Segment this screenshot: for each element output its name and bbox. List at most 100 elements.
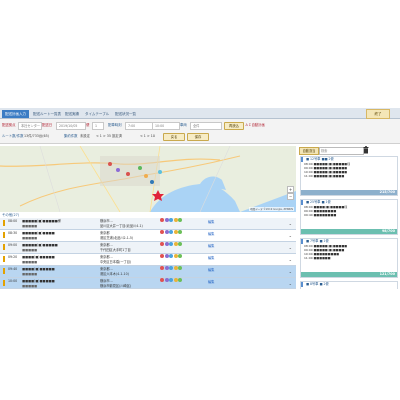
row-time: 09:20 xyxy=(8,255,18,259)
route-count-label: ルート数/件数 xyxy=(2,134,24,138)
row-sub: ■■■■■ xyxy=(22,272,38,276)
auto-assign-button[interactable]: 自動割当 xyxy=(299,147,319,155)
vehicle-panel-header: 自動割当 検索 xyxy=(299,146,398,155)
row-address-detail: 港区芝浦(北品川2-1-5) xyxy=(100,236,134,240)
pin-icon xyxy=(3,220,5,226)
table-row[interactable]: 09:00 ■■■■■(■)■■■■■ ■■■■■ 東京都... 千代田区大手町… xyxy=(0,242,296,254)
row-time: 09:00 xyxy=(8,243,18,247)
vehicle-label: 車両 xyxy=(180,123,187,127)
vehicle-card[interactable]: ■ 12号車 ■■ 2便 08:00 ■■■■■(■)■■■■■様 09:00 … xyxy=(300,156,398,196)
row-address-detail: 港区六本木(4-1-10) xyxy=(100,272,129,276)
edit-link[interactable]: 編集 xyxy=(208,243,214,248)
start-time-select[interactable]: 7:00 xyxy=(125,122,153,130)
vehicle-search-input[interactable]: 検索 xyxy=(319,147,364,155)
pin-icon xyxy=(3,232,5,238)
aggregate-value: 未設定 xyxy=(80,134,90,138)
trash-icon[interactable] xyxy=(363,146,369,154)
zoom-out-button[interactable]: − xyxy=(287,193,294,200)
row-address-detail: 中央区日本橋(一丁目) xyxy=(100,260,132,264)
app-window: 配送計画入力 配送ルート一覧表 配送実績 タイムテーブル 配送状況一覧 終了 配… xyxy=(0,108,400,289)
aggregate-label: 集約件数 xyxy=(64,134,78,138)
row-time: 08:00 xyxy=(8,219,18,223)
save-button[interactable]: 保存 xyxy=(187,133,209,141)
row-address: 東京都 xyxy=(100,231,110,235)
trip-select[interactable]: 1 xyxy=(92,122,104,130)
vehicle-card-stop: 11:00 ■■■■■(■)■■■■ xyxy=(304,174,345,178)
chevron-down-icon[interactable]: ⌄ xyxy=(289,257,292,262)
status-icons xyxy=(160,230,205,235)
edit-link[interactable]: 編集 xyxy=(208,255,214,260)
chevron-down-icon[interactable]: ⌄ xyxy=(289,245,292,250)
map-graphic xyxy=(0,146,296,212)
row-name: ■■■■(■)■■■■■ xyxy=(22,267,55,271)
row-sub: ■■■■■ xyxy=(22,224,38,228)
row-name: ■■■■(■)■■■■■ xyxy=(22,255,55,259)
zoom-in-button[interactable]: + xyxy=(287,186,294,193)
vehicle-panel: 自動割当 検索 ■ 12号車 ■■ 2便 08:00 ■■■■■(■)■■■■■… xyxy=(298,146,400,289)
map-credit: 地図データ ©2019 Google, ZENRIN xyxy=(249,207,294,211)
edit-link[interactable]: 編集 xyxy=(208,279,214,284)
end-time-select[interactable]: 10:00 xyxy=(152,122,180,130)
reload-button[interactable]: 再読込 xyxy=(224,122,244,130)
table-row-selected[interactable]: 09:40 ■■■■(■)■■■■■ ■■■■■ 東京都... 港区六本木(4-… xyxy=(0,266,296,278)
vehicle-card[interactable]: ■ 8号車 ■ 2便 xyxy=(300,281,398,289)
vehicle-load-bar: 98/700 xyxy=(301,229,397,234)
chevron-down-icon[interactable]: ⌄ xyxy=(289,281,292,286)
row-address-detail: 千代田区大手町1丁目 xyxy=(100,248,131,252)
row-address: 東京都... xyxy=(100,267,113,271)
tab-timetable[interactable]: タイムテーブル xyxy=(82,110,112,118)
pager-secondary[interactable]: < 1 > 10 xyxy=(140,133,155,139)
status-icons xyxy=(160,254,205,259)
route-count-value: 13件/733台(65) xyxy=(24,134,49,138)
edit-link[interactable]: 編集 xyxy=(208,219,214,224)
row-address-detail: 品川区大井一丁目(北品川4-1) xyxy=(100,224,143,228)
row-address: 東京都... xyxy=(100,255,113,259)
edit-link[interactable]: 編集 xyxy=(208,267,214,272)
depot-label: 配送拠点 xyxy=(2,123,16,127)
tab-route-list[interactable]: 配送ルート一覧表 xyxy=(30,110,64,118)
filter-panel: 配送拠点 本社センター 配送日 2019/10/05 便 1 配車時刻 7:00… xyxy=(0,119,400,144)
depot-select[interactable]: 本社センター xyxy=(18,122,42,130)
chevron-down-icon[interactable]: ⌄ xyxy=(289,269,292,274)
row-address-detail: 横浜市鶴見区(川崎区) xyxy=(100,283,132,288)
vehicle-card-stop: 11:00 ■■■■■■ xyxy=(304,256,331,260)
ai-plan-link[interactable]: ＡＩ自動計画 xyxy=(245,122,265,128)
back-button[interactable]: 戻る xyxy=(163,133,185,141)
edit-link[interactable]: 編集 xyxy=(208,231,214,236)
tab-bar: 配送計画入力 配送ルート一覧表 配送実績 タイムテーブル 配送状況一覧 終了 xyxy=(0,108,400,119)
dispatch-time-label: 配車時刻 xyxy=(108,123,122,127)
route-map[interactable]: + − 地図データ ©2019 Google, ZENRIN xyxy=(0,146,296,212)
vehicle-load-bar: 215/700 xyxy=(301,190,397,195)
trip-label: 便 xyxy=(86,123,90,127)
vehicle-card-title: ■ 8号車 ■ 2便 xyxy=(301,282,397,287)
vehicle-load-count: 215/700 xyxy=(379,190,395,194)
pin-icon xyxy=(3,244,5,250)
table-row[interactable]: 09:20 ■■■■(■)■■■■■ ■■■■■ 東京都... 中央区日本橋(一… xyxy=(0,254,296,266)
pager[interactable]: < 1 > 35 設定済 xyxy=(96,133,122,139)
vehicle-load-count: 121/700 xyxy=(379,272,395,276)
date-field[interactable]: 2019/10/05 xyxy=(56,122,86,130)
row-time: 10:00 xyxy=(8,279,18,283)
tab-delivery-plan[interactable]: 配送計画入力 xyxy=(2,110,29,118)
row-name: ■■■■■(■)■■■■■ xyxy=(22,243,58,247)
vehicle-load-count: 98/700 xyxy=(381,229,395,233)
vehicle-card[interactable]: ■ 25号車 ■ 1便 08:00 ■■■■(■)■■■■■様 09:00 ■■… xyxy=(300,199,398,235)
table-row-selected[interactable]: 10:00 ■■■■(■)■■■■■ ■■■■■ 横浜市... 横浜市鶴見区(川… xyxy=(0,278,296,289)
table-row[interactable]: 08:00 ■■■■■(■)■■■■■様 ■■■■■ 横浜市... 品川区大井一… xyxy=(0,218,296,230)
row-address: 横浜市... xyxy=(100,219,113,223)
table-row[interactable]: 08:30 ■■■■■(■)■■■■ ■■■■■ 東京都 港区芝浦(北品川2-1… xyxy=(0,230,296,242)
tab-delivery-results[interactable]: 配送実績 xyxy=(62,110,82,118)
vehicle-select[interactable]: 全件 xyxy=(190,122,222,130)
date-label: 配送日 xyxy=(42,123,53,127)
chevron-down-icon[interactable]: ⌄ xyxy=(289,221,292,226)
row-time: 09:40 xyxy=(8,267,18,271)
chevron-down-icon[interactable]: ⌄ xyxy=(289,233,292,238)
row-sub: ■■■■■ xyxy=(22,283,38,288)
status-icons xyxy=(160,218,205,223)
vehicle-card[interactable]: ■ 7号車 ■ 1便 08:00 ■■■■■(■)■■■■■ 09:00 ■■■… xyxy=(300,238,398,278)
row-sub: ■■■■■ xyxy=(22,248,38,252)
exit-button[interactable]: 終了 xyxy=(366,109,390,119)
tab-delivery-status[interactable]: 配送状況一覧 xyxy=(112,110,139,118)
status-icons xyxy=(160,278,205,283)
row-name: ■■■■■(■)■■■■■様 xyxy=(22,219,61,223)
